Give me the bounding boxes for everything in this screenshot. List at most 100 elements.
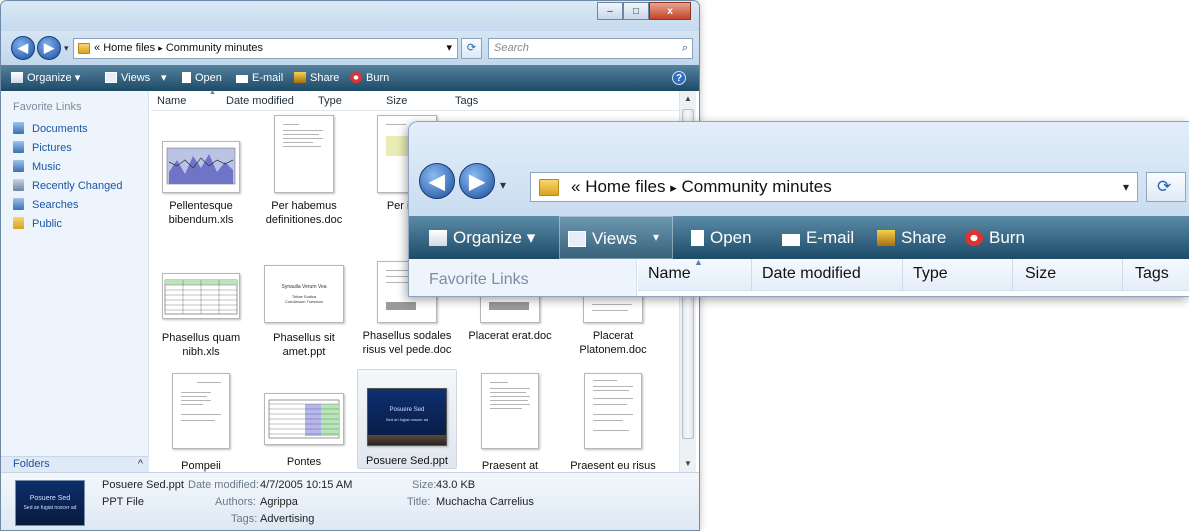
file-item[interactable]: Per habemus definitiones.doc xyxy=(254,111,354,227)
forward-button[interactable]: ▶ xyxy=(37,36,61,60)
folders-toggle[interactable]: Folders ^ xyxy=(1,456,149,472)
nav-item-pictures[interactable]: Pictures xyxy=(13,140,72,156)
zoom-open-button[interactable]: Open xyxy=(691,216,752,259)
chevron-up-icon: ^ xyxy=(137,458,143,470)
address-dropdown-icon[interactable]: ▾ xyxy=(1123,173,1129,201)
details-authors-value[interactable]: Agrippa xyxy=(260,496,298,508)
zoom-recent-pages-dropdown[interactable]: ▾ xyxy=(500,178,506,192)
burn-button[interactable]: Burn xyxy=(350,65,389,91)
maximize-icon: □ xyxy=(632,5,640,17)
minimize-button[interactable]: – xyxy=(597,2,623,20)
breadcrumb-community-minutes[interactable]: Community minutes xyxy=(166,42,263,54)
close-button[interactable]: x xyxy=(649,2,691,20)
refresh-icon: ⟳ xyxy=(466,42,477,54)
breadcrumb-separator-icon[interactable]: ▸ xyxy=(670,180,677,195)
breadcrumb-community-minutes[interactable]: Community minutes xyxy=(682,177,832,196)
views-button[interactable]: Views xyxy=(105,65,150,91)
email-button[interactable]: E-mail xyxy=(236,65,283,91)
scroll-down-icon[interactable]: ▼ xyxy=(684,459,692,468)
zoom-address-bar[interactable]: « Home files ▸ Community minutes ▾ xyxy=(530,172,1138,202)
help-button[interactable]: ? xyxy=(672,71,686,85)
file-name: Phasellus sodales risus vel pede.doc xyxy=(362,330,452,356)
forward-arrow-icon: ▶ xyxy=(44,40,54,55)
zoom-refresh-button[interactable]: ⟳ xyxy=(1146,172,1186,202)
column-header-type[interactable]: Type xyxy=(913,265,948,283)
zoom-email-button[interactable]: E-mail xyxy=(782,216,854,259)
details-size-label: Size: xyxy=(412,479,437,491)
column-header-size[interactable]: Size xyxy=(386,95,407,107)
presentation-thumbnail: Synaulia Verum Vea Tiritae Sodica Coriol… xyxy=(264,265,344,323)
nav-item-recently-changed[interactable]: Recently Changed xyxy=(13,178,123,194)
file-name: Placerat Platonem.doc xyxy=(579,330,647,356)
nav-item-label: Searches xyxy=(32,199,79,211)
nav-item-searches[interactable]: Searches xyxy=(13,197,78,213)
minimize-icon: – xyxy=(607,5,613,17)
spreadsheet-table-thumbnail xyxy=(264,393,344,445)
column-header-type[interactable]: Type xyxy=(318,95,342,107)
document-icon xyxy=(182,72,191,83)
breadcrumb-home-files[interactable]: Home files xyxy=(585,177,665,196)
recent-pages-dropdown[interactable]: ▾ xyxy=(64,43,69,54)
views-icon xyxy=(568,231,586,247)
maximize-button[interactable]: □ xyxy=(623,2,649,20)
breadcrumb-home-files[interactable]: Home files xyxy=(103,42,155,54)
zoom-forward-button[interactable]: ▶ xyxy=(459,163,495,199)
back-arrow-icon: ◀ xyxy=(18,40,28,55)
zoom-share-button[interactable]: Share xyxy=(877,216,946,259)
back-arrow-icon: ◀ xyxy=(429,170,445,193)
search-input[interactable]: Search ⌕ xyxy=(488,38,693,59)
column-header-name[interactable]: Name xyxy=(157,95,186,107)
zoom-back-button[interactable]: ◀ xyxy=(419,163,455,199)
search-icon[interactable]: ⌕ xyxy=(682,39,688,58)
file-item[interactable]: Praesent at xyxy=(460,369,560,473)
zoom-views-dropdown-button[interactable]: ▾ xyxy=(653,216,659,259)
file-item[interactable]: Praesent eu risus xyxy=(563,369,663,473)
column-header-tags[interactable]: Tags xyxy=(455,95,478,107)
chevron-down-icon: ▾ xyxy=(161,72,167,84)
burn-label: Burn xyxy=(366,72,390,84)
open-button[interactable]: Open xyxy=(182,65,222,91)
column-header-size[interactable]: Size xyxy=(1025,265,1056,283)
zoom-organize-button[interactable]: Organize ▾ xyxy=(429,216,535,259)
scroll-up-icon[interactable]: ▲ xyxy=(684,94,692,103)
column-header-name[interactable]: Name xyxy=(648,265,691,283)
column-header-date-modified[interactable]: Date modified xyxy=(226,95,294,107)
nav-item-documents[interactable]: Documents xyxy=(13,121,88,137)
file-item[interactable]: Phasellus quam nibh.xls xyxy=(151,261,251,359)
title-bar[interactable]: – □ x xyxy=(1,1,699,31)
zoom-burn-button[interactable]: Burn xyxy=(965,216,1025,259)
file-item[interactable]: Pontes xyxy=(254,369,354,469)
address-bar[interactable]: « Home files ▸ Community minutes ▾ xyxy=(73,38,458,59)
refresh-button[interactable]: ⟳ xyxy=(461,38,482,59)
details-tags-value[interactable]: Advertising xyxy=(260,513,314,525)
share-button[interactable]: Share xyxy=(294,65,339,91)
nav-item-music[interactable]: Music xyxy=(13,159,61,175)
envelope-icon xyxy=(236,75,248,83)
file-item[interactable]: Pompeii xyxy=(151,369,251,473)
details-size-value: 43.0 KB xyxy=(436,479,476,491)
share-label: Share xyxy=(901,228,947,247)
close-icon: x xyxy=(667,5,673,17)
zoomed-command-bar: Organize ▾ Views ▾ Open E-mail Share Bur… xyxy=(409,216,1189,259)
file-item-selected[interactable]: Posuere Sed Sed an fugiat noscer ad Posu… xyxy=(357,369,457,469)
file-item[interactable]: Synaulia Verum Vea Tiritae Sodica Coriol… xyxy=(254,261,354,359)
address-dropdown-icon[interactable]: ▾ xyxy=(446,39,452,58)
zoomed-callout: ◀ ▶ ▾ « Home files ▸ Community minutes ▾… xyxy=(408,121,1189,297)
views-dropdown-button[interactable]: ▾ xyxy=(161,65,167,91)
file-name: Phasellus quam nibh.xls xyxy=(161,332,241,358)
file-name: Phasellus sit amet.ppt xyxy=(273,332,335,358)
details-title-value[interactable]: Muchacha Carrelius xyxy=(436,496,534,508)
details-filetype: PPT File xyxy=(102,496,144,508)
back-button[interactable]: ◀ xyxy=(11,36,35,60)
file-item[interactable]: Pellentesque bibendum.xls xyxy=(151,111,251,227)
search-placeholder: Search xyxy=(494,42,529,54)
breadcrumb-separator-icon[interactable]: ▸ xyxy=(158,43,163,53)
address-prefix: « xyxy=(571,177,581,196)
details-thumb-subtitle: Sed an fugiat noscer ad xyxy=(23,505,77,511)
organize-button[interactable]: Organize ▾ xyxy=(11,65,80,91)
details-thumb-title: Posuere Sed xyxy=(29,495,71,502)
address-prefix: « xyxy=(94,42,101,54)
column-header-tags[interactable]: Tags xyxy=(1135,265,1169,283)
column-header-date-modified[interactable]: Date modified xyxy=(762,265,861,283)
nav-item-public[interactable]: Public xyxy=(13,216,62,232)
